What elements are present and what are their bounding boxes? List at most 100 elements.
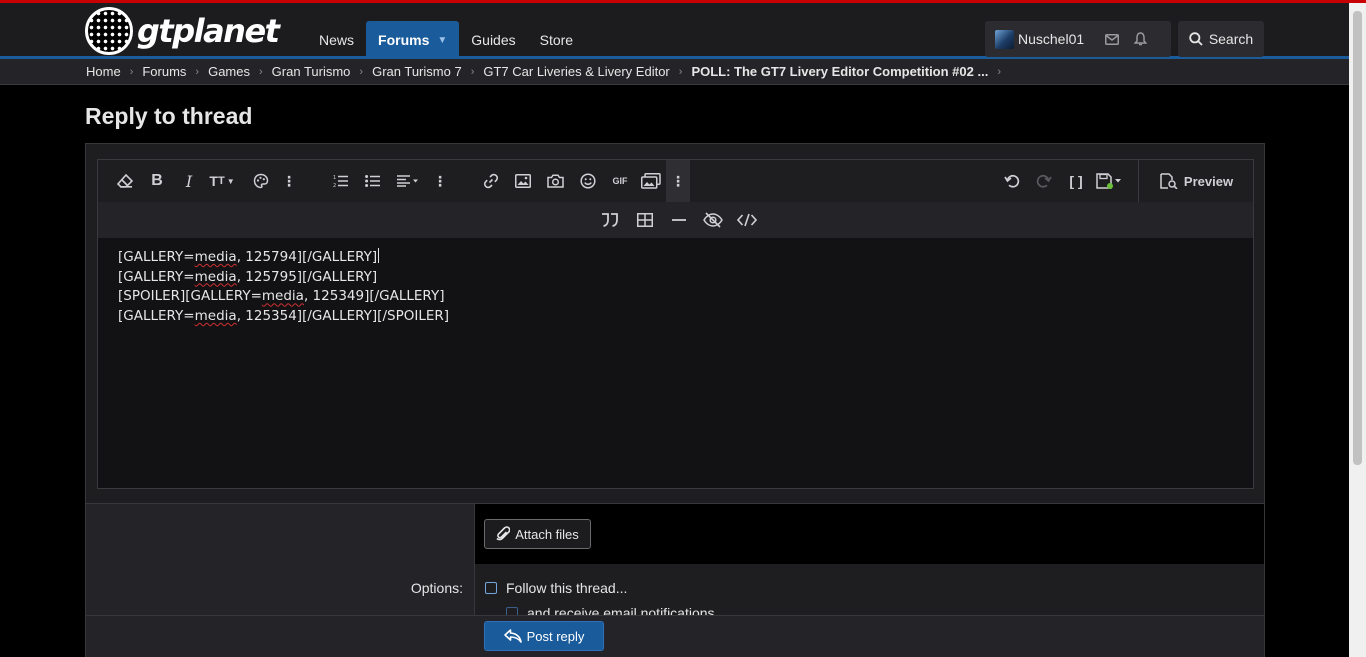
- align-icon[interactable]: [391, 160, 425, 202]
- breadcrumb-thread[interactable]: POLL: The GT7 Livery Editor Competition …: [691, 64, 988, 79]
- nav-store-label: Store: [539, 32, 574, 48]
- main-nav: News Forums ▼ Guides Store: [307, 21, 585, 59]
- chevron-right-icon: ›: [678, 65, 683, 78]
- font-size-icon[interactable]: T T ▼: [205, 160, 239, 202]
- post-reply-label: Post reply: [526, 628, 585, 644]
- smiley-icon[interactable]: [574, 160, 602, 202]
- nav-guides-label: Guides: [471, 32, 516, 48]
- editor-line: [GALLERY=media, 125795][/GALLERY]: [118, 268, 449, 288]
- search-button[interactable]: Search: [1178, 21, 1264, 57]
- line-text: , 125349][/GALLERY]: [303, 288, 445, 305]
- reply-form: B I T T ▼ ⋮ 12 ⋮ GIF ⋮ [ ] Preview [GALL…: [85, 143, 1265, 657]
- undo-icon[interactable]: [998, 160, 1026, 202]
- breadcrumb-forums[interactable]: Forums: [142, 64, 186, 79]
- search-icon: [1189, 32, 1203, 46]
- avatar[interactable]: [995, 29, 1014, 49]
- image-icon[interactable]: [509, 160, 537, 202]
- nav-forums[interactable]: Forums ▼: [366, 21, 460, 59]
- camera-icon[interactable]: [541, 160, 569, 202]
- nav-guides[interactable]: Guides: [459, 21, 527, 59]
- breadcrumb-gran-turismo[interactable]: Gran Turismo: [272, 64, 351, 79]
- svg-text:1: 1: [333, 175, 336, 181]
- line-text: [GALLERY=: [118, 249, 195, 265]
- paperclip-icon: [496, 526, 511, 541]
- chevron-right-icon: ›: [259, 65, 263, 78]
- preview-label: Preview: [1183, 173, 1234, 189]
- follow-thread-label[interactable]: Follow this thread...: [506, 580, 627, 596]
- eraser-icon[interactable]: [111, 160, 139, 202]
- logo-text: gtplanet: [137, 12, 280, 50]
- breadcrumb: Home › Forums › Games › Gran Turismo › Gran …: [0, 59, 1349, 85]
- chevron-down-icon[interactable]: ▼: [437, 35, 447, 46]
- line-text: , 125354][/GALLERY][/SPOILER]: [236, 308, 450, 325]
- breadcrumb-home[interactable]: Home: [86, 64, 121, 79]
- unordered-list-icon[interactable]: [359, 160, 387, 202]
- page-scrollbar[interactable]: [1349, 3, 1366, 657]
- redo-icon[interactable]: [1030, 160, 1058, 202]
- scrollbar-thumb[interactable]: [1353, 11, 1362, 465]
- search-label: Search: [1208, 31, 1254, 47]
- code-icon[interactable]: [732, 202, 762, 238]
- misspelled-word: media: [194, 308, 237, 325]
- spoiler-icon[interactable]: [698, 202, 728, 238]
- misspelled-word: media: [194, 268, 237, 285]
- bold-icon[interactable]: B: [143, 160, 171, 202]
- breadcrumb-liveries[interactable]: GT7 Car Liveries & Livery Editor: [483, 64, 669, 79]
- preview-icon: [1160, 173, 1178, 189]
- misspelled-word: media: [194, 249, 237, 265]
- attach-files-button[interactable]: Attach files: [484, 519, 591, 549]
- editor-line: [GALLERY=media, 125354][/GALLERY][/SPOIL…: [118, 307, 449, 327]
- editor-toolbar: B I T T ▼ ⋮ 12 ⋮ GIF ⋮ [ ] Preview: [98, 160, 1253, 202]
- globe-logo-icon: [85, 7, 133, 55]
- follow-thread-checkbox[interactable]: [485, 582, 497, 594]
- user-box: Nuschel01: [985, 21, 1171, 57]
- drafts-icon[interactable]: [1093, 160, 1125, 202]
- post-reply-button[interactable]: Post reply: [484, 621, 604, 651]
- username-link[interactable]: Nuschel01: [1018, 31, 1084, 47]
- ordered-list-icon[interactable]: 12: [327, 160, 355, 202]
- breadcrumb-gran-turismo-7[interactable]: Gran Turismo 7: [372, 64, 462, 79]
- quote-icon[interactable]: [595, 202, 625, 238]
- chevron-right-icon: ›: [129, 65, 134, 78]
- gif-icon[interactable]: GIF: [606, 160, 634, 202]
- mail-icon[interactable]: [1098, 21, 1126, 57]
- bell-icon[interactable]: [1126, 21, 1154, 57]
- nav-store[interactable]: Store: [528, 21, 585, 59]
- chevron-right-icon: ›: [997, 65, 1001, 78]
- editor-line: [SPOILER][GALLERY=media, 125349][/GALLER…: [118, 287, 449, 307]
- chevron-right-icon: ›: [470, 65, 475, 78]
- misspelled-word: media: [261, 288, 304, 305]
- line-text: , 125794][/GALLERY]: [236, 249, 378, 265]
- site-header: gtplanet News Forums ▼ Guides Store Nusch…: [0, 3, 1349, 59]
- editor-line: [GALLERY=media, 125794][/GALLERY]: [118, 248, 449, 268]
- site-logo[interactable]: gtplanet: [85, 7, 280, 55]
- bbcode-icon[interactable]: [ ]: [1062, 160, 1090, 202]
- nav-forums-label: Forums: [378, 32, 430, 48]
- breadcrumb-games[interactable]: Games: [208, 64, 250, 79]
- more-icon[interactable]: ⋮: [275, 160, 303, 202]
- nav-news-label: News: [319, 32, 355, 48]
- palette-icon[interactable]: [247, 160, 275, 202]
- editor-content[interactable]: [GALLERY=media, 125794][/GALLERY] [GALLER…: [118, 248, 449, 327]
- italic-icon[interactable]: I: [175, 160, 203, 202]
- preview-button[interactable]: Preview: [1138, 160, 1254, 202]
- rich-text-editor: B I T T ▼ ⋮ 12 ⋮ GIF ⋮ [ ] Preview [GALL…: [97, 159, 1254, 489]
- nav-news[interactable]: News: [307, 21, 366, 59]
- table-icon[interactable]: [630, 202, 660, 238]
- chevron-right-icon: ›: [359, 65, 364, 78]
- line-text: [GALLERY=: [118, 308, 195, 325]
- line-text: , 125795][/GALLERY]: [236, 268, 378, 285]
- options-label-column: [86, 503, 474, 615]
- more-icon[interactable]: ⋮: [666, 160, 690, 202]
- chevron-right-icon: ›: [195, 65, 200, 78]
- reply-icon: [503, 629, 522, 643]
- form-submit-row: [86, 615, 1264, 657]
- page-title: Reply to thread: [85, 103, 253, 129]
- options-label: Options:: [410, 580, 463, 596]
- horizontal-rule-icon[interactable]: [664, 202, 694, 238]
- media-icon[interactable]: [637, 160, 665, 202]
- attach-files-label: Attach files: [515, 526, 579, 542]
- line-text: [SPOILER][GALLERY=: [118, 288, 262, 305]
- link-icon[interactable]: [477, 160, 505, 202]
- more-icon[interactable]: ⋮: [426, 160, 454, 202]
